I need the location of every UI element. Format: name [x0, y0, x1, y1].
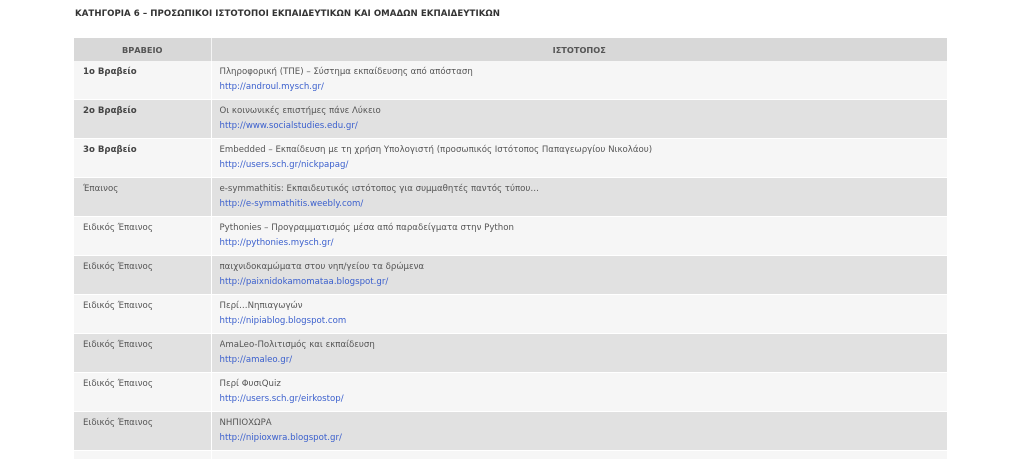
site-link[interactable]: http://www.socialstudies.edu.gr/	[220, 119, 948, 134]
site-link[interactable]: http://paixnidokamomataa.blogspot.gr/	[220, 275, 948, 290]
site-cell: Πληροφορική (ΤΠΕ) – Σύστημα εκπαίδευσης …	[211, 61, 947, 100]
table-row: 1ο Βραβείο Πληροφορική (ΤΠΕ) – Σύστημα εκ…	[74, 61, 947, 100]
award-label: Ειδικός Έπαινος	[83, 301, 153, 311]
site-cell: Οι κοινωνικές επιστήμες πάνε Λύκειο http:…	[211, 99, 948, 139]
site-cell: Περί…Νηπιαγωγών http://nipiablog.blogspot…	[211, 294, 948, 334]
site-title: Embedded – Εκπαίδευση με τη χρήση Υπολογ…	[219, 145, 653, 155]
site-cell: Pythonies – Προγραμματισμός μέσα από παρ…	[211, 216, 948, 256]
site-column-header: ΙΣΤΟΤΟΠΟΣ	[211, 38, 947, 61]
site-link[interactable]: http://nipioxwra.blogspot.gr/	[220, 431, 948, 446]
table-row: Ειδικός Έπαινος Περί…Νηπιαγωγών http://nip…	[74, 294, 948, 334]
table-header-row: ΒΡΑΒΕΙΟ ΙΣΤΟΤΟΠΟΣ	[74, 38, 947, 61]
site-cell: AmaLeo-Πολιτισμός και εκπαίδευση http://a…	[211, 333, 948, 373]
site-title: Pythonies – Προγραμματισμός μέσα από παρ…	[219, 223, 514, 233]
site-title: ΝΗΠΙΟΧΩΡΑ	[219, 418, 272, 428]
site-cell	[211, 450, 947, 459]
site-title: Περί…Νηπιαγωγών	[219, 301, 303, 311]
award-cell: 2ο Βραβείο	[74, 99, 212, 139]
site-title: Περί ΦυσιQuiz	[219, 379, 281, 389]
award-label: Ειδικός Έπαινος	[83, 379, 153, 389]
site-cell: παιχνιδοκαμώματα στου νηπ/γείου τα δρώμε…	[211, 255, 948, 295]
award-cell: 1ο Βραβείο	[74, 61, 212, 100]
site-link[interactable]: http://users.sch.gr/nickpapag/	[220, 158, 948, 173]
site-cell: Embedded – Εκπαίδευση με τη χρήση Υπολογ…	[211, 138, 948, 178]
site-title: AmaLeo-Πολιτισμός και εκπαίδευση	[219, 340, 375, 350]
table-row: Ειδικός Έπαινος ΝΗΠΙΟΧΩΡΑ http://nipioxwra…	[74, 411, 948, 451]
table-row: 3ο Βραβείο Embedded – Εκπαίδευση με τη χρ…	[74, 138, 948, 178]
awards-table: ΒΡΑΒΕΙΟ ΙΣΤΟΤΟΠΟΣ 1ο Βραβείο Πληροφορική …	[74, 38, 947, 459]
table-body: 1ο Βραβείο Πληροφορική (ΤΠΕ) – Σύστημα εκ…	[74, 61, 947, 459]
site-title: παιχνιδοκαμώματα στου νηπ/γείου τα δρώμε…	[219, 262, 425, 272]
award-cell: Ειδικός Έπαινος	[74, 255, 212, 295]
table-row: Ειδικός Έπαινος AmaLeo-Πολιτισμός και εκπ…	[74, 333, 948, 373]
award-label: Ειδικός Έπαινος	[83, 340, 153, 350]
award-column-header: ΒΡΑΒΕΙΟ	[74, 38, 212, 61]
award-cell: Ειδικός Έπαινος	[74, 372, 212, 412]
award-cell: Ειδικός Έπαινος	[74, 294, 212, 334]
award-cell: Έπαινος	[74, 177, 212, 217]
table-header: ΒΡΑΒΕΙΟ ΙΣΤΟΤΟΠΟΣ	[74, 38, 947, 61]
award-label: 3ο Βραβείο	[83, 145, 137, 155]
site-cell: ΝΗΠΙΟΧΩΡΑ http://nipioxwra.blogspot.gr/	[211, 411, 948, 451]
award-label: 1ο Βραβείο	[83, 67, 137, 77]
site-link[interactable]: http://users.sch.gr/eirkostop/	[220, 392, 948, 407]
site-link[interactable]: http://nipiablog.blogspot.com	[220, 314, 948, 329]
site-cell: Περί ΦυσιQuiz http://users.sch.gr/eirkost…	[211, 372, 948, 412]
site-title: Πληροφορική (ΤΠΕ) – Σύστημα εκπαίδευσης …	[219, 67, 473, 77]
award-label: Ειδικός Έπαινος	[83, 223, 153, 233]
site-cell: e-symmathitis: Εκπαιδευτικός ιστότοπος γ…	[211, 177, 948, 217]
table-row: 2ο Βραβείο Οι κοινωνικές επιστήμες πάνε Λ…	[74, 99, 948, 139]
site-title: Οι κοινωνικές επιστήμες πάνε Λύκειο	[219, 106, 381, 116]
award-label: Ειδικός Έπαινος	[83, 418, 153, 428]
table-row: Ειδικός Έπαινος παιχνιδοκαμώματα στου νηπ…	[74, 255, 948, 295]
award-cell: 3ο Βραβείο	[74, 138, 212, 178]
category-title: ΚΑΤΗΓΟΡΙΑ 6 – ΠΡΟΣΩΠΙΚΟΙ ΙΣΤΟΤΟΠΟΙ ΕΚΠΑΙ…	[75, 9, 501, 19]
award-label: Ειδικός Έπαινος	[83, 262, 153, 272]
site-link[interactable]: http://androul.mysch.gr/	[220, 80, 948, 95]
table-row: Έπαινος e-symmathitis: Εκπαιδευτικός ιστό…	[74, 177, 948, 217]
site-link[interactable]: http://e-symmathitis.weebly.com/	[220, 197, 948, 212]
table-row: Ειδικός Έπαινος Περί ΦυσιQuiz http://users…	[74, 372, 948, 412]
award-cell: Ειδικός Έπαινος	[74, 216, 212, 256]
table-row-partial	[74, 450, 947, 459]
site-title: e-symmathitis: Εκπαιδευτικός ιστότοπος γ…	[219, 184, 539, 194]
site-link[interactable]: http://pythonies.mysch.gr/	[220, 236, 948, 251]
award-cell: Ειδικός Έπαινος	[74, 333, 212, 373]
table-row: Ειδικός Έπαινος Pythonies – Προγραμματισμ…	[74, 216, 948, 256]
award-label: 2ο Βραβείο	[83, 106, 137, 116]
award-cell	[74, 450, 212, 459]
award-cell: Ειδικός Έπαινος	[74, 411, 212, 451]
page: ΚΑΤΗΓΟΡΙΑ 6 – ΠΡΟΣΩΠΙΚΟΙ ΙΣΤΟΤΟΠΟΙ ΕΚΠΑΙ…	[0, 0, 1024, 459]
award-label: Έπαινος	[83, 184, 119, 194]
site-link[interactable]: http://amaleo.gr/	[220, 353, 948, 368]
